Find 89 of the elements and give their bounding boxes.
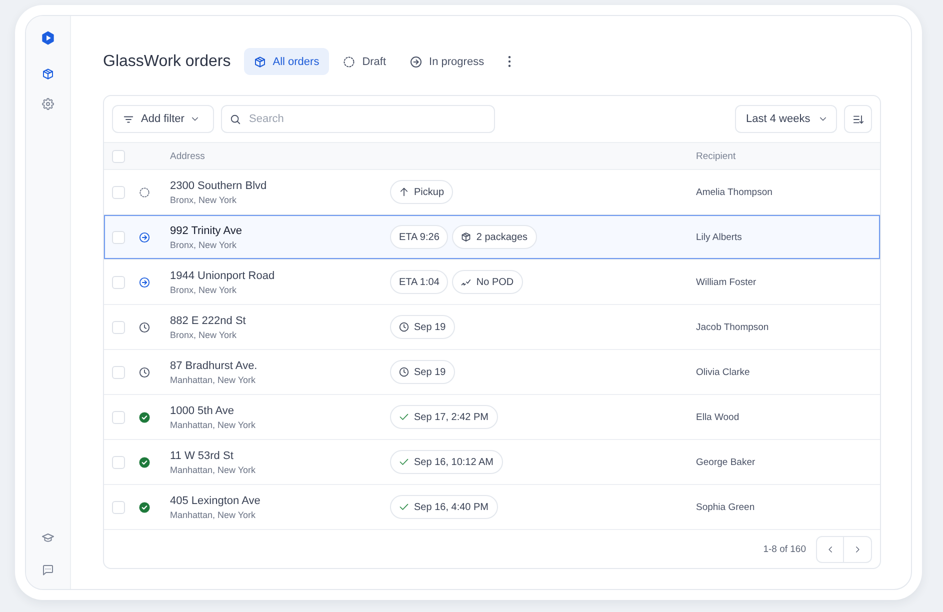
check-icon — [399, 457, 409, 467]
tag-text: Sep 19 — [414, 322, 446, 332]
tag-text: 2 packages — [476, 232, 528, 242]
check-circle-icon — [139, 502, 150, 512]
pagination-range: 1-8 of 160 — [763, 544, 806, 554]
clock-icon — [399, 322, 409, 332]
table-row[interactable]: 992 Trinity Ave Bronx, New York ETA 9:26 2 packages Lily Alberts — [104, 215, 880, 260]
row-checkbox[interactable] — [112, 366, 125, 378]
recipient-name: Amelia Thompson — [696, 186, 774, 198]
recipient-name: Lily Alberts — [696, 232, 743, 242]
filter-icon — [123, 114, 134, 124]
recipient-name: Olivia Clarke — [696, 366, 751, 378]
city-name: Bronx, New York — [170, 194, 237, 206]
settings-icon[interactable] — [42, 98, 54, 110]
city-name: Manhattan, New York — [170, 374, 256, 386]
add-filter-button[interactable]: Add filter — [112, 105, 214, 133]
select-all-checkbox[interactable] — [112, 150, 125, 162]
tag-text: Sep 16, 4:40 PM — [414, 502, 488, 512]
row-checkbox[interactable] — [112, 410, 125, 424]
recipient-name: William Foster — [696, 276, 758, 288]
street-address: 87 Bradhurst Ave. — [170, 358, 258, 372]
graduation-cap-icon[interactable] — [42, 532, 54, 544]
street-address: 2300 Southern Blvd — [170, 178, 267, 192]
clock-icon — [399, 367, 409, 377]
sort-icon — [852, 114, 864, 124]
search-icon — [230, 114, 241, 124]
city-name: Bronx, New York — [170, 284, 237, 296]
tag-text: No POD — [476, 276, 514, 288]
recipient-name: Sophia Green — [696, 502, 756, 512]
check-icon — [399, 412, 409, 422]
chevron-right-icon — [854, 544, 861, 554]
dashed-circle-icon — [343, 56, 356, 68]
city-name: Manhattan, New York — [170, 508, 256, 520]
chevron-left-icon — [826, 544, 834, 554]
tag-text: Sep 19 — [414, 366, 446, 378]
tag-text: Pickup — [414, 186, 444, 198]
row-checkbox[interactable] — [112, 186, 125, 198]
chat-icon[interactable] — [42, 564, 54, 576]
city-name: Manhattan, New York — [170, 464, 256, 476]
tag-text: Sep 17, 2:42 PM — [414, 412, 488, 422]
row-checkbox[interactable] — [112, 276, 125, 288]
column-header: Recipient — [696, 150, 737, 162]
column-header: Address — [170, 150, 206, 162]
box-icon — [254, 56, 266, 68]
tag-text: Sep 16, 10:12 AM — [414, 456, 494, 468]
arrow-up-icon — [399, 187, 409, 197]
city-name: Bronx, New York — [170, 328, 237, 340]
clock-icon — [139, 322, 150, 332]
city-name: Manhattan, New York — [170, 418, 256, 430]
chevron-down-icon — [819, 115, 828, 123]
clock-icon — [139, 366, 150, 378]
box-icon — [461, 232, 472, 242]
search-field[interactable]: Search — [221, 105, 495, 133]
next-page-button[interactable] — [844, 536, 872, 562]
page-title: GlassWork orders — [103, 52, 231, 70]
previous-page-button[interactable] — [816, 536, 844, 562]
check-circle-icon — [139, 412, 150, 422]
sort-button[interactable] — [844, 105, 872, 133]
street-address: 405 Lexington Ave — [170, 494, 260, 508]
filter-tab[interactable]: In progress — [400, 48, 494, 75]
check-icon — [399, 502, 409, 512]
check-circle-icon — [139, 456, 150, 468]
city-name: Bronx, New York — [170, 238, 237, 250]
tag-text: ETA 9:26 — [399, 232, 440, 242]
arrow-circle-icon — [139, 232, 150, 242]
tag-text: ETA 1:04 — [399, 276, 440, 288]
row-checkbox[interactable] — [112, 320, 125, 334]
box-icon[interactable] — [42, 68, 54, 80]
chevron-down-icon — [191, 115, 200, 123]
row-checkbox[interactable] — [112, 456, 125, 468]
date-range-dropdown[interactable]: Last 4 weeks — [735, 105, 837, 133]
arrow-circle-icon — [139, 276, 150, 288]
dashed-circle-icon — [139, 186, 150, 198]
street-address: 992 Trinity Ave — [170, 224, 242, 238]
more-icon[interactable] — [508, 56, 512, 67]
recipient-name: Ella Wood — [696, 412, 740, 422]
street-address: 1944 Unionport Road — [170, 268, 275, 282]
filter-tab[interactable]: All orders — [244, 48, 330, 75]
signature-icon — [461, 277, 472, 287]
street-address: 882 E 222nd St — [170, 314, 246, 328]
recipient-name: George Baker — [696, 456, 756, 468]
arrow-circle-icon — [410, 56, 422, 68]
row-checkbox[interactable] — [112, 500, 125, 514]
row-checkbox[interactable] — [112, 230, 125, 244]
street-address: 1000 5th Ave — [170, 404, 234, 418]
street-address: 11 W 53rd St — [170, 448, 234, 462]
recipient-name: Jacob Thompson — [696, 322, 770, 332]
filter-tab[interactable]: Draft — [333, 48, 396, 75]
logo-icon[interactable] — [41, 31, 55, 45]
